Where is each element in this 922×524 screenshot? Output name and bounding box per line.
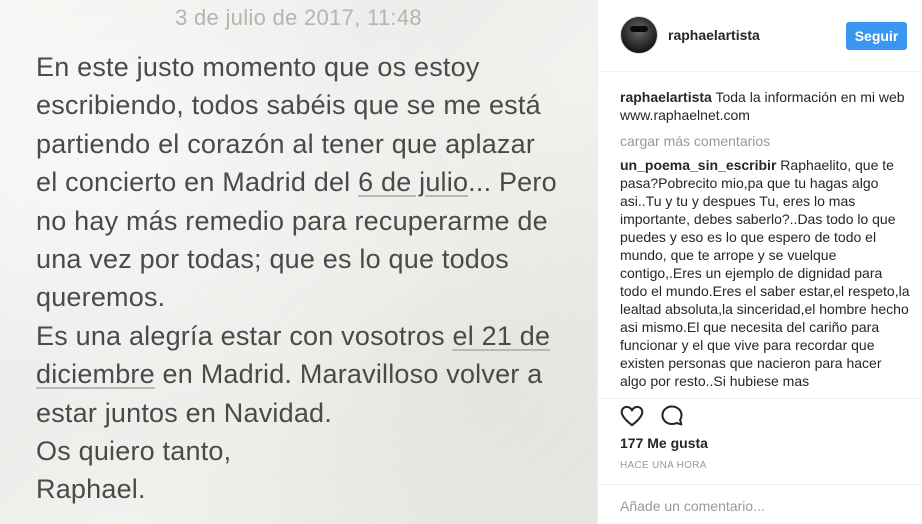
comment-username[interactable]: un_poema_sin_escribir xyxy=(620,157,776,173)
post-timestamp[interactable]: HACE UNA HORA xyxy=(620,460,707,471)
follow-button[interactable]: Seguir xyxy=(846,22,907,50)
post-header: raphaelartista Seguir xyxy=(598,0,922,72)
heart-icon[interactable] xyxy=(619,403,645,429)
header-username[interactable]: raphaelartista xyxy=(668,27,760,43)
note-line: partiendo el corazón al tener que aplaza… xyxy=(36,128,536,159)
note-line: no hay más remedio para recuperarme de xyxy=(36,205,548,236)
note-line: el concierto en Madrid del 6 de julio...… xyxy=(36,167,557,198)
note-date-link[interactable]: el 21 de xyxy=(453,321,551,351)
note-line: Raphael. xyxy=(36,474,146,505)
caption: raphaelartista Toda la información en mi… xyxy=(620,88,910,124)
add-comment-box xyxy=(598,484,922,524)
note-text: En este justo momento que os estoy escrib… xyxy=(36,48,576,509)
note-line: Es una alegría estar con vosotros el 21 … xyxy=(36,320,551,351)
caption-username[interactable]: raphaelartista xyxy=(620,89,712,105)
note-date-link[interactable]: diciembre xyxy=(36,359,155,389)
note-line: una vez por todas; que es lo que todos xyxy=(36,244,509,275)
post-actions: 177 Me gusta HACE UNA HORA xyxy=(598,398,922,498)
comment-input[interactable] xyxy=(620,495,880,517)
likes-count[interactable]: 177 Me gusta xyxy=(620,435,708,451)
comment-text: Raphaelito, que te pasa?Pobrecito mio,pa… xyxy=(620,157,910,389)
post-image: 3 de julio de 2017, 11:48 En este justo … xyxy=(0,0,597,524)
comments-list[interactable]: raphaelartista Toda la información en mi… xyxy=(620,88,910,390)
post-panel: raphaelartista Seguir raphaelartista Tod… xyxy=(597,0,922,524)
note-line: En este justo momento que os estoy xyxy=(36,52,480,82)
note-line: escribiendo, todos sabéis que se me está xyxy=(36,90,541,121)
load-more-comments-link[interactable]: cargar más comentarios xyxy=(620,132,910,150)
comment-bubble-icon[interactable] xyxy=(659,403,685,429)
note-line: queremos. xyxy=(36,282,166,313)
note-line: estar juntos en Navidad. xyxy=(36,397,332,428)
note-date-link[interactable]: 6 de julio xyxy=(358,167,468,197)
note-date: 3 de julio de 2017, 11:48 xyxy=(175,5,422,30)
note-line: Os quiero tanto, xyxy=(36,436,232,467)
note-line: diciembre en Madrid. Maravilloso volver … xyxy=(36,359,543,390)
avatar[interactable] xyxy=(620,16,658,54)
comment-item: un_poema_sin_escribir Raphaelito, que te… xyxy=(620,156,910,390)
